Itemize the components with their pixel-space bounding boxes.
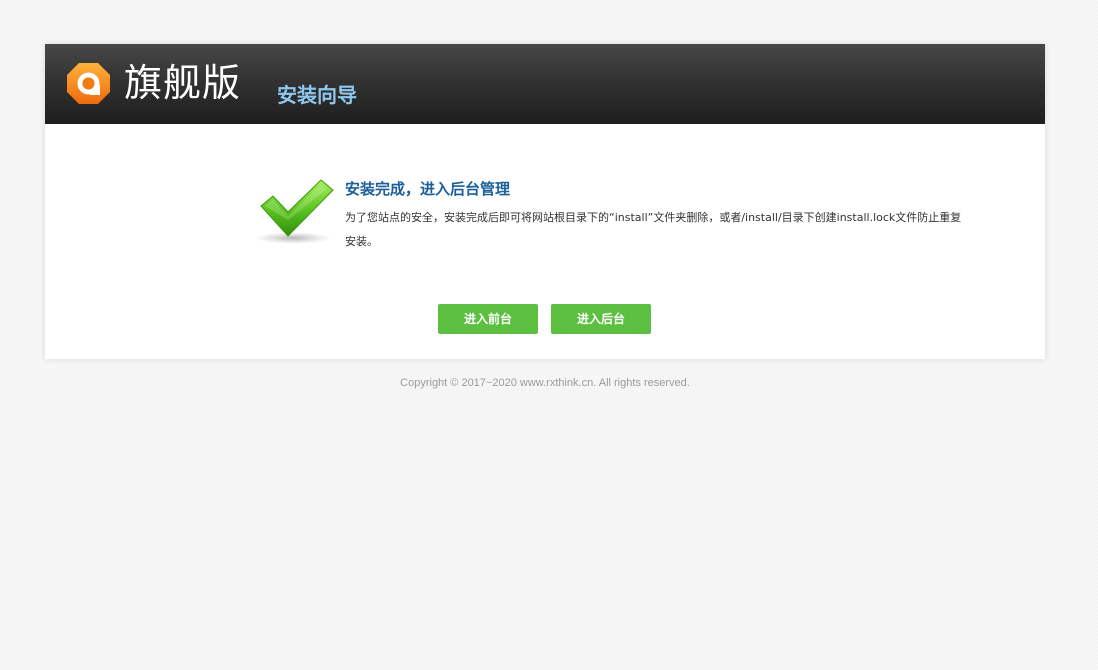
header-bar: 旗舰版 安装向导 — [45, 44, 1045, 124]
success-title: 安装完成，进入后台管理 — [345, 180, 511, 198]
install-panel: 旗舰版 安装向导 安装完成，进入后台管理 为了您站点的安全，安装完成后即可将网站… — [45, 44, 1045, 359]
logo-text: 旗舰版 — [124, 61, 242, 105]
orange-q-logo-icon — [66, 61, 111, 106]
enter-frontend-button[interactable]: 进入前台 — [438, 304, 538, 334]
green-checkmark-icon — [255, 176, 335, 248]
page-subtitle: 安装向导 — [277, 83, 357, 107]
enter-backend-button[interactable]: 进入后台 — [551, 304, 651, 334]
copyright-footer: Copyright © 2017~2020 www.rxthink.cn. Al… — [400, 377, 690, 389]
success-message: 为了您站点的安全，安装完成后即可将网站根目录下的“install”文件夹删除，或… — [345, 211, 962, 248]
content-area: 安装完成，进入后台管理 为了您站点的安全，安装完成后即可将网站根目录下的“ins… — [45, 124, 1045, 359]
